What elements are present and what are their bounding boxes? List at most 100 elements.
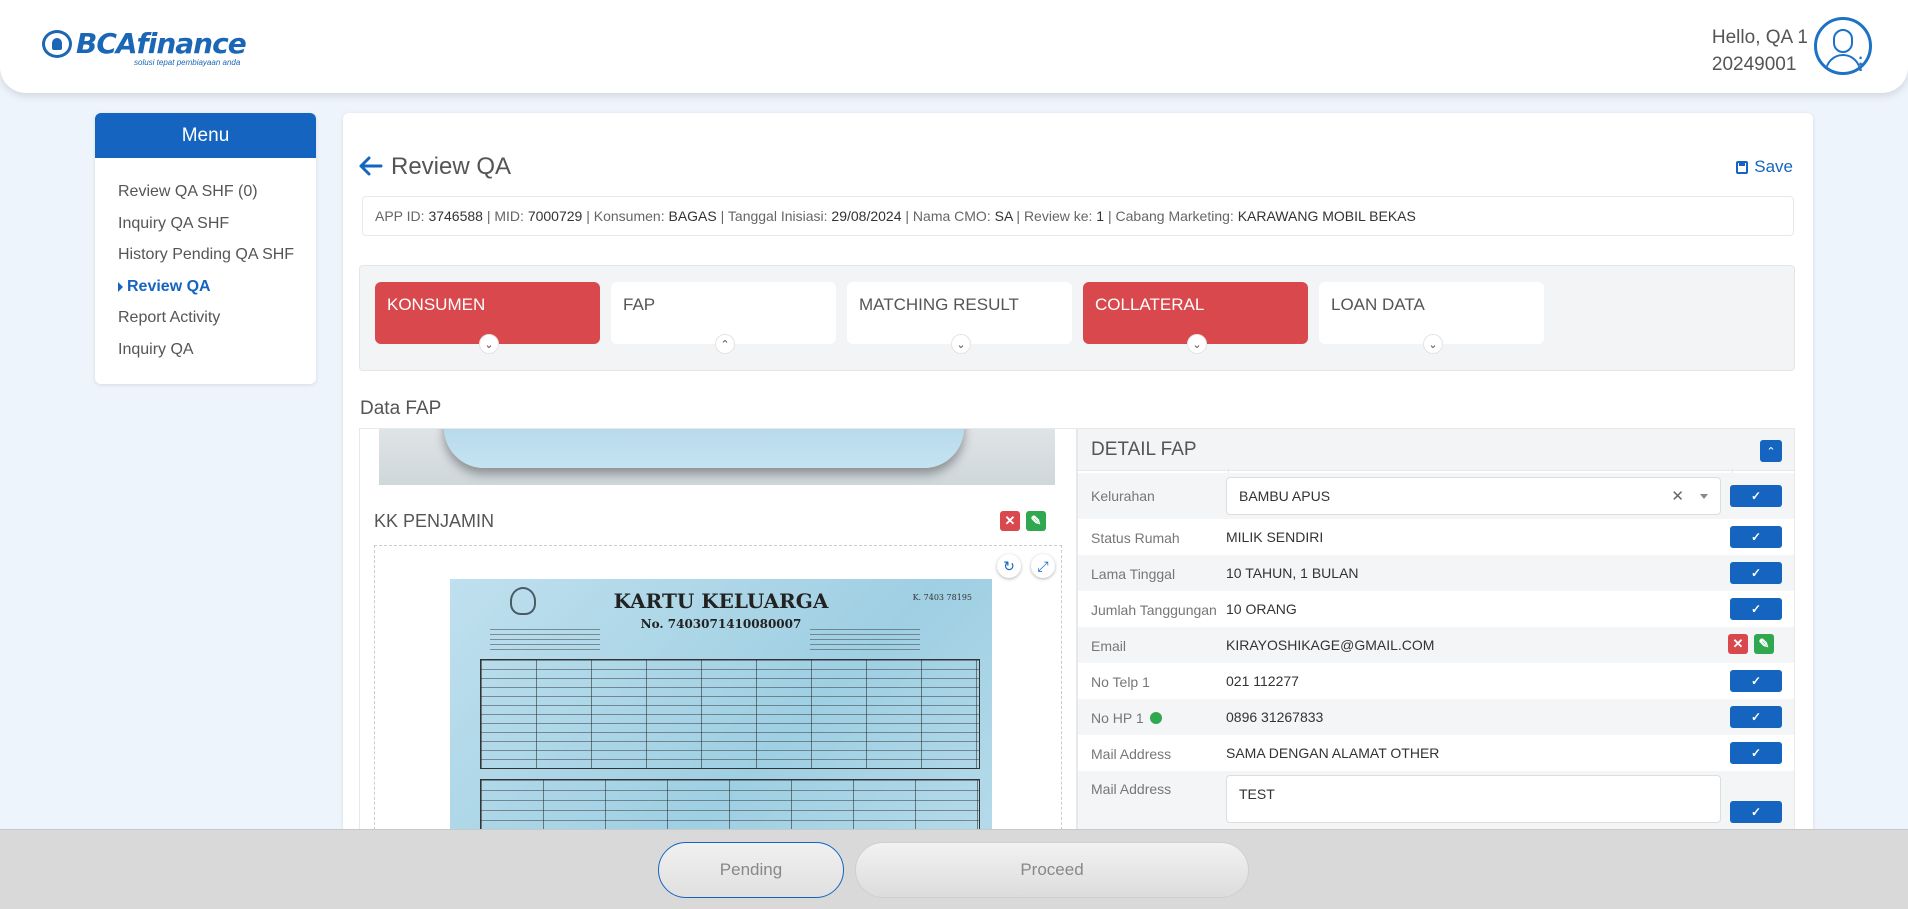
detail-row-kelurahan: Kelurahan BAMBU APUS ✕ ✓ <box>1078 473 1794 519</box>
verify-kelurahan-button[interactable]: ✓ <box>1730 485 1782 507</box>
status-rumah-value: MILIK SENDIRI <box>1226 529 1324 545</box>
mail-address-label: Mail Address <box>1091 746 1172 762</box>
app-id-label: APP ID: <box>375 208 425 224</box>
reject-email-button[interactable]: ✕ <box>1728 634 1748 654</box>
tab-fap[interactable]: FAP ⌃ <box>611 282 836 354</box>
edit-document-button[interactable]: ✎ <box>1026 511 1046 531</box>
konsumen-value: BAGAS <box>668 208 717 224</box>
detail-row-no-hp: No HP 1 0896 31267833 ✓ <box>1078 699 1794 735</box>
menu-item-review-qa-shf[interactable]: Review QA SHF (0) <box>95 176 316 208</box>
chevron-down-icon[interactable]: ⌄ <box>951 334 971 354</box>
detail-row-status-rumah: Status Rumah MILIK SENDIRI ✓ <box>1078 519 1794 555</box>
user-head-icon <box>1833 29 1853 53</box>
chevron-down-icon[interactable]: ⌄ <box>1423 334 1443 354</box>
app-header: BCAfinance solusi tepat pembiayaan anda … <box>0 0 1908 93</box>
no-telp-value: 021 112277 <box>1226 673 1299 689</box>
mail-address-2-label: Mail Address <box>1091 781 1172 797</box>
kk-family-table <box>480 659 980 769</box>
application-info-bar: APP ID: 3746588 | MID: 7000729 | Konsume… <box>362 196 1794 236</box>
detail-row-jumlah-tanggungan: Jumlah Tanggungan 10 ORANG ✓ <box>1078 591 1794 627</box>
edit-email-button[interactable]: ✎ <box>1754 634 1774 654</box>
verify-status-rumah-button[interactable]: ✓ <box>1730 526 1782 548</box>
page-title: Review QA <box>391 153 512 180</box>
reject-document-button[interactable]: ✕ <box>1000 511 1020 531</box>
no-telp-label: No Telp 1 <box>1091 674 1150 690</box>
no-hp-label: No HP 1 <box>1091 710 1144 726</box>
sidebar-menu: Menu Review QA SHF (0) Inquiry QA SHF Hi… <box>95 113 316 384</box>
tab-loan-data-label: LOAN DATA <box>1331 295 1425 314</box>
rotate-icon[interactable]: ↻ <box>997 554 1021 578</box>
save-button[interactable]: Save <box>1736 157 1793 177</box>
verify-jumlah-tanggungan-button[interactable]: ✓ <box>1730 598 1782 620</box>
tab-fap-label: FAP <box>623 295 656 314</box>
pending-button[interactable]: Pending <box>658 842 844 898</box>
review-label: Review ke: <box>1023 208 1093 224</box>
app-id-value: 3746588 <box>428 208 483 224</box>
chevron-down-icon[interactable]: ⌄ <box>479 334 499 354</box>
back-arrow-icon[interactable] <box>359 156 383 176</box>
detail-row-mail-address: Mail Address SAMA DENGAN ALAMAT OTHER ✓ <box>1078 735 1794 771</box>
tab-loan-data[interactable]: LOAN DATA ⌄ <box>1319 282 1544 354</box>
detail-fap-header: DETAIL FAP ⌃ <box>1078 429 1794 471</box>
menu-item-inquiry-qa-shf[interactable]: Inquiry QA SHF <box>95 208 316 240</box>
fullscreen-icon[interactable]: ⤢ <box>1031 554 1055 578</box>
tab-matching-result-label: MATCHING RESULT <box>859 295 1019 314</box>
document-viewer-panel[interactable]: KK PENJAMIN ✕ ✎ ↻ ⤢ KARTU KELUARGA No. 7… <box>359 428 1077 833</box>
konsumen-label: Konsumen: <box>593 208 665 224</box>
kk-image-heading: KARTU KELUARGA <box>613 589 829 613</box>
whatsapp-icon[interactable] <box>1149 712 1162 724</box>
user-greeting: Hello, QA 1 <box>1711 27 1808 48</box>
menu-item-history-pending[interactable]: History Pending QA SHF <box>95 239 316 271</box>
jumlah-tanggungan-value: 10 ORANG <box>1226 601 1297 617</box>
cmo-label: Nama CMO: <box>912 208 991 224</box>
brand-name: BCAfinance <box>76 27 247 60</box>
tab-collateral-label: COLLATERAL <box>1095 295 1205 314</box>
kk-image-frame: ↻ ⤢ KARTU KELUARGA No. 7403071410080007 … <box>374 545 1062 832</box>
verify-mail-address-button[interactable]: ✓ <box>1730 742 1782 764</box>
mid-label: MID: <box>494 208 524 224</box>
chevron-down-icon[interactable]: ⌄ <box>1187 334 1207 354</box>
jumlah-tanggungan-label: Jumlah Tanggungan <box>1091 602 1217 618</box>
detail-row-lama-tinggal: Lama Tinggal 10 TAHUN, 1 BULAN ✓ <box>1078 555 1794 591</box>
save-label: Save <box>1754 157 1793 176</box>
no-hp-label-wrap: No HP 1 <box>1091 710 1162 726</box>
proceed-button[interactable]: Proceed <box>855 842 1249 898</box>
cabang-value: KARAWANG MOBIL BEKAS <box>1237 208 1416 224</box>
kelurahan-select[interactable]: BAMBU APUS ✕ <box>1226 477 1721 515</box>
review-tabs: KONSUMEN ⌄ FAP ⌃ MATCHING RESULT ⌄ COLLA… <box>359 265 1795 371</box>
verify-no-telp-button[interactable]: ✓ <box>1730 670 1782 692</box>
menu-item-report-activity[interactable]: Report Activity <box>95 302 316 334</box>
brand-logo[interactable]: BCAfinance solusi tepat pembiayaan anda <box>42 27 247 67</box>
previous-document-image <box>379 429 1055 485</box>
menu-item-inquiry-qa[interactable]: Inquiry QA <box>95 334 316 366</box>
tanggal-value: 29/08/2024 <box>831 208 902 224</box>
verify-no-hp-button[interactable]: ✓ <box>1730 706 1782 728</box>
verify-mail-address-2-button[interactable]: ✓ <box>1730 801 1782 823</box>
lama-tinggal-value: 10 TAHUN, 1 BULAN <box>1226 565 1359 581</box>
collapse-up-icon[interactable]: ⌃ <box>1760 440 1782 462</box>
menu-item-review-qa[interactable]: Review QA <box>95 271 316 303</box>
menu-title: Menu <box>95 113 316 158</box>
no-hp-value: 0896 31267833 <box>1226 709 1324 725</box>
tanggal-label: Tanggal Inisiasi: <box>727 208 828 224</box>
kk-meta-left <box>490 629 600 651</box>
user-id: 20249001 <box>1711 54 1797 75</box>
chevron-up-icon[interactable]: ⌃ <box>715 334 735 354</box>
tab-matching-result[interactable]: MATCHING RESULT ⌄ <box>847 282 1072 354</box>
detail-row-email: Email KIRAYOSHIKAGE@GMAIL.COM ✕ ✎ <box>1078 627 1794 663</box>
review-value: 1 <box>1096 208 1105 224</box>
clear-icon[interactable]: ✕ <box>1671 487 1684 505</box>
detail-fap-panel: DETAIL FAP ⌃ Kelurahan BAMBU APUS ✕ ✓ St… <box>1077 428 1795 833</box>
email-value: KIRAYOSHIKAGE@GMAIL.COM <box>1226 637 1435 653</box>
tab-collateral[interactable]: COLLATERAL ⌄ <box>1083 282 1308 354</box>
tab-konsumen[interactable]: KONSUMEN ⌄ <box>375 282 600 354</box>
mid-value: 7000729 <box>527 208 583 224</box>
cmo-value: SA <box>994 208 1013 224</box>
more-options-icon[interactable]: · · · <box>1854 51 1868 79</box>
kk-status-table <box>480 779 980 832</box>
dropdown-caret-icon[interactable] <box>1700 494 1708 499</box>
mail-address-textarea[interactable]: TEST <box>1226 775 1721 823</box>
verify-lama-tinggal-button[interactable]: ✓ <box>1730 562 1782 584</box>
cabang-label: Cabang Marketing: <box>1115 208 1234 224</box>
user-greeting-block: Hello, QA 1 20249001 <box>1712 24 1808 78</box>
